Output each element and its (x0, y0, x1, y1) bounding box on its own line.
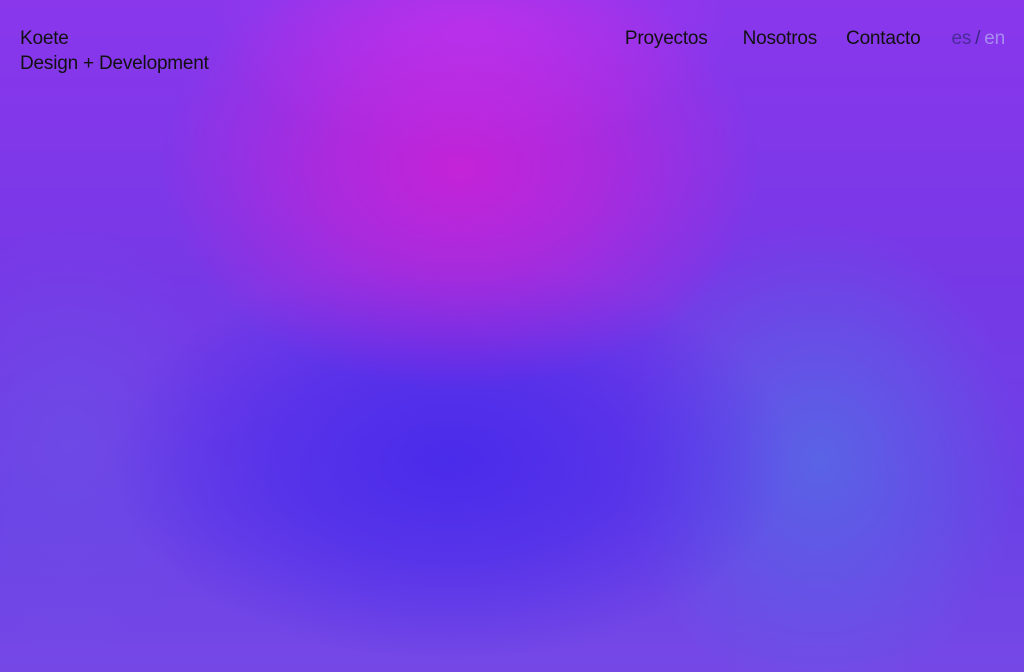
nav-item-about[interactable]: Nosotros (743, 26, 818, 51)
nav-item-contact[interactable]: Contacto (846, 26, 921, 51)
brand-tagline-link[interactable]: Design + Development (20, 51, 209, 76)
gradient-background (0, 0, 1024, 672)
site-header: Koete Design + Development Proyectos Nos… (0, 0, 1024, 90)
brand-logo: Koete Design + Development (20, 26, 209, 76)
brand-name-link[interactable]: Koete (20, 26, 209, 51)
lang-es-link[interactable]: es (952, 26, 972, 51)
language-switcher: es / en (952, 26, 1006, 51)
main-nav: Proyectos Nosotros Contacto es / en (625, 26, 1005, 51)
lang-en-link[interactable]: en (984, 26, 1005, 51)
nav-item-projects[interactable]: Proyectos (625, 26, 708, 51)
lang-separator: / (975, 28, 981, 49)
